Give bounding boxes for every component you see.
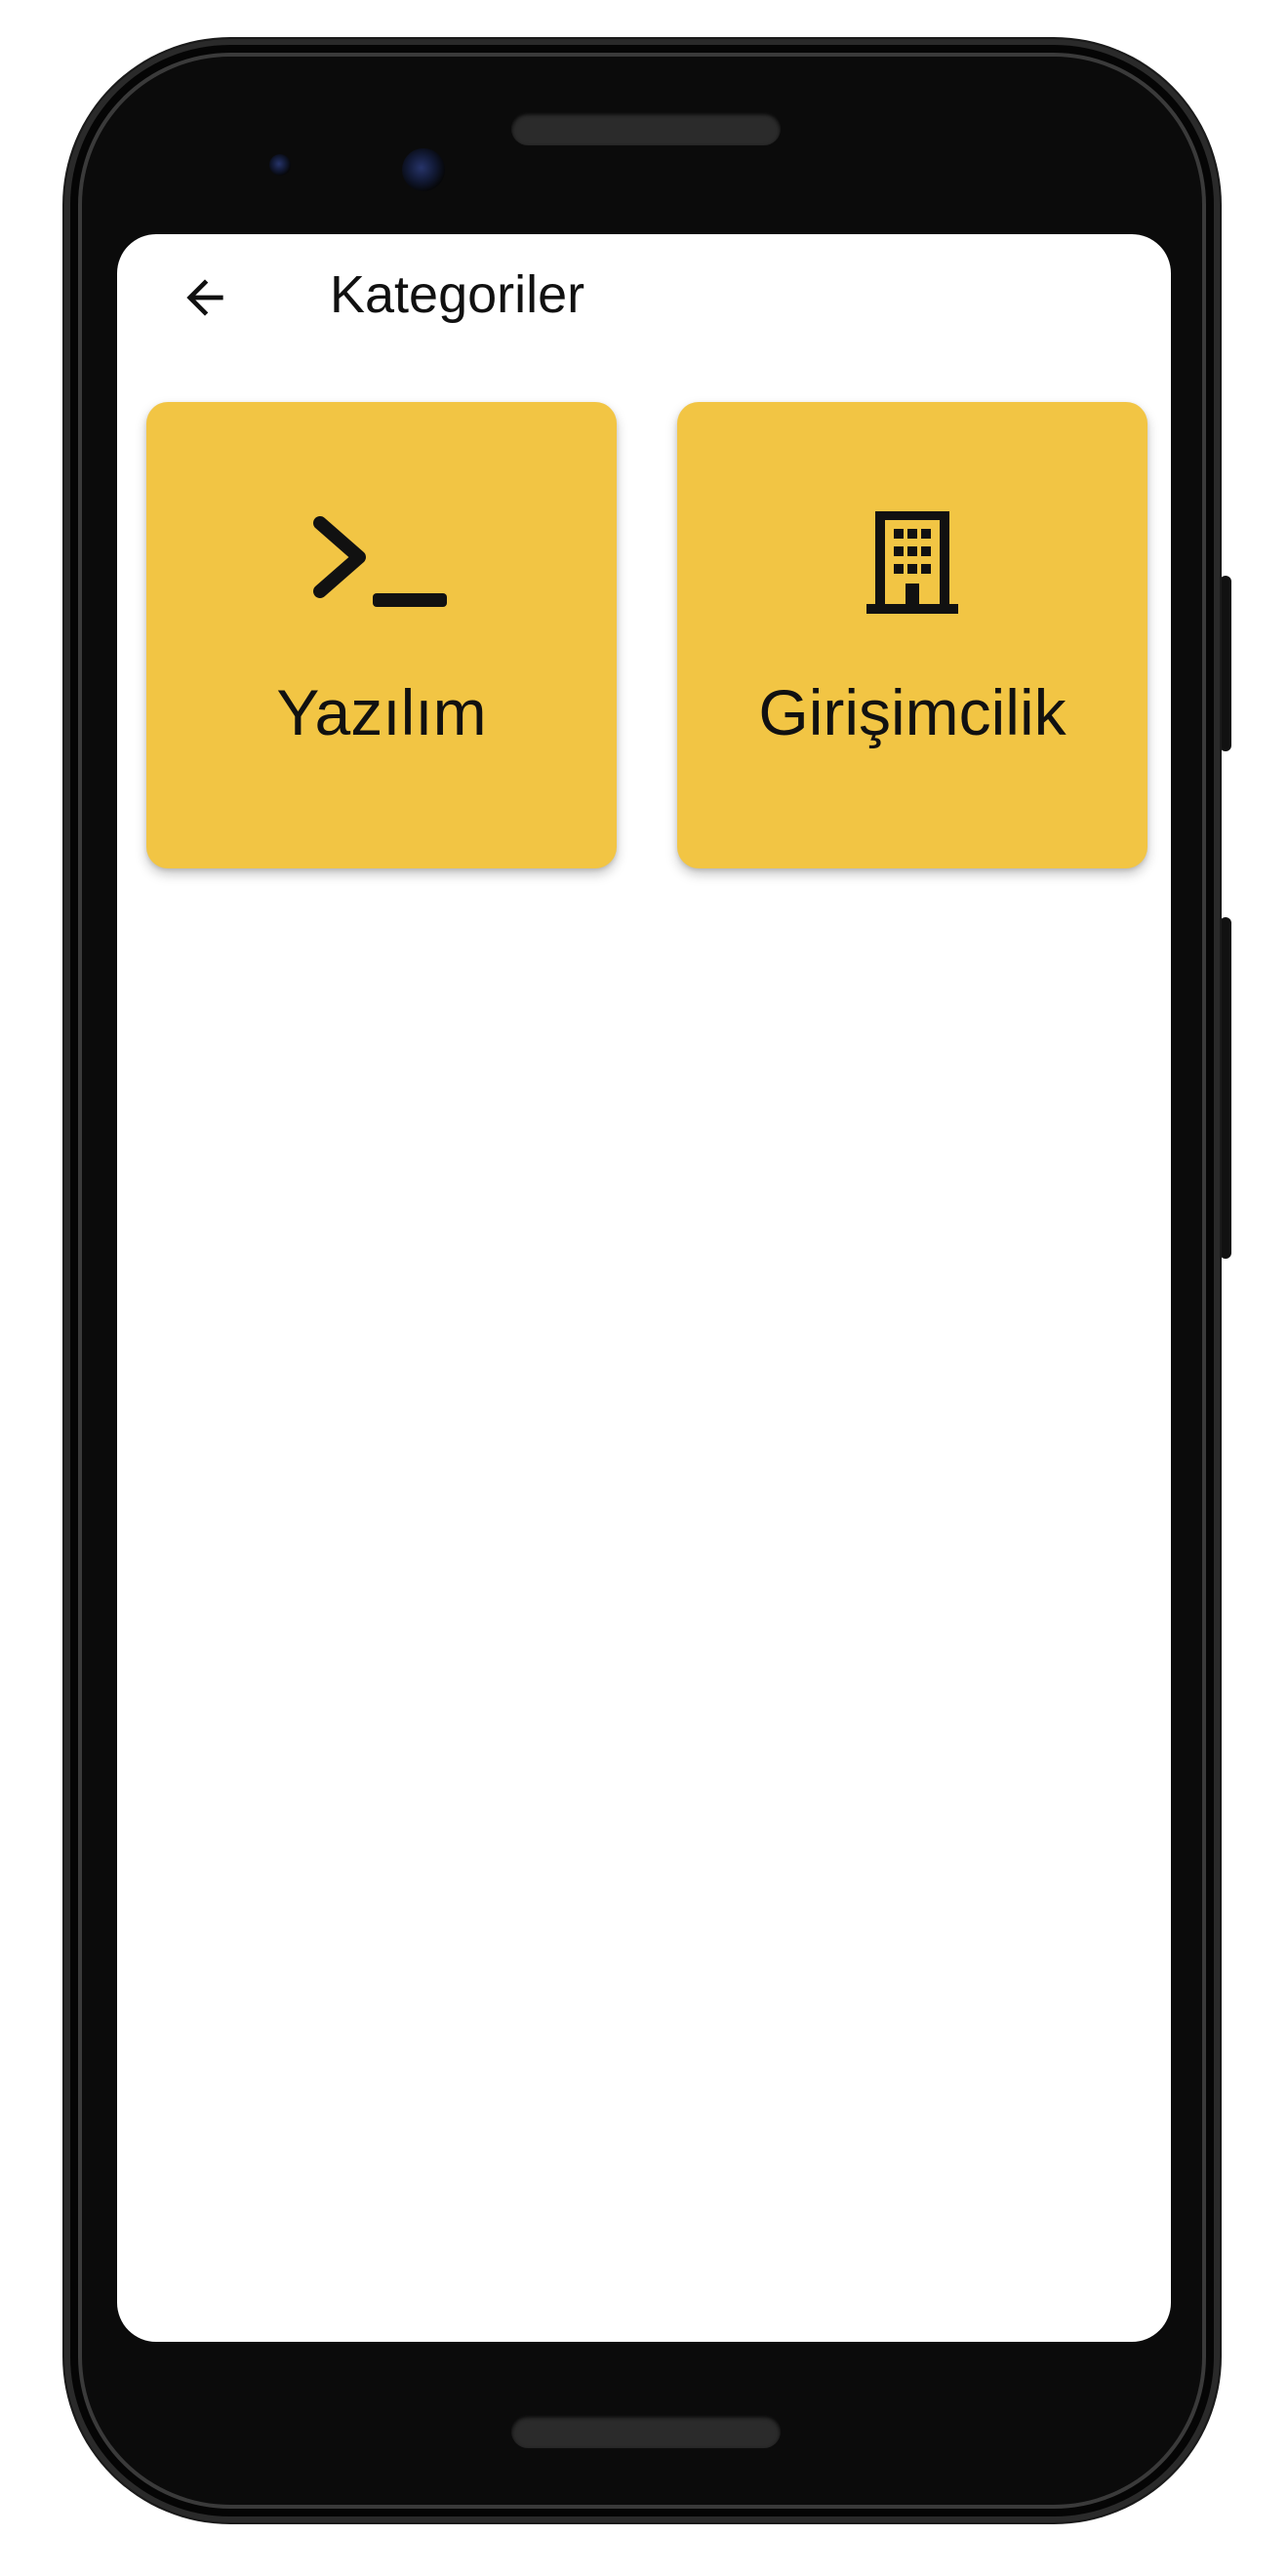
app-bar: Kategoriler: [117, 234, 1171, 361]
volume-button: [1220, 917, 1231, 1259]
category-label: Girişimcilik: [758, 676, 1067, 748]
category-card-girisimcilik[interactable]: Girişimcilik: [677, 402, 1147, 868]
bottom-speaker: [511, 2415, 781, 2448]
device-stage: Kategoriler Yazılım Girişimcilik: [0, 0, 1288, 2576]
category-label: Yazılım: [276, 676, 487, 748]
back-button[interactable]: [166, 259, 244, 337]
building-icon: [839, 511, 986, 619]
earpiece-speaker: [511, 112, 781, 145]
power-button: [1220, 576, 1231, 751]
arrow-left-icon: [186, 279, 223, 316]
category-grid: Yazılım Girişimcilik: [146, 402, 1151, 868]
front-camera: [402, 148, 445, 191]
app-screen: Kategoriler Yazılım Girişimcilik: [117, 234, 1171, 2342]
category-card-yazilim[interactable]: Yazılım: [146, 402, 617, 868]
front-sensor: [269, 154, 291, 176]
terminal-icon: [308, 511, 455, 619]
page-title: Kategoriler: [330, 265, 585, 324]
